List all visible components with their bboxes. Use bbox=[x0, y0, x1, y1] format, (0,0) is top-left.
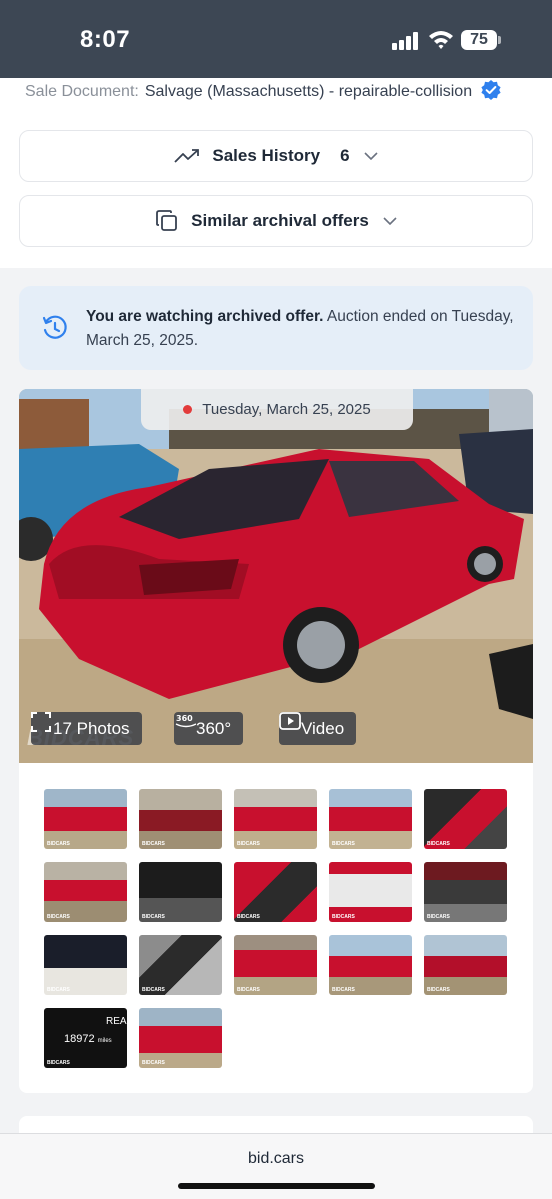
video-button[interactable]: Video bbox=[279, 712, 357, 745]
view-360-label: 360° bbox=[196, 718, 232, 738]
sales-history-label: Sales History bbox=[212, 146, 321, 165]
photos-button-label: 17 Photos bbox=[53, 718, 130, 738]
auction-date: Tuesday, March 25, 2025 bbox=[202, 401, 371, 418]
trending-up-icon bbox=[174, 148, 200, 164]
thumbnail-photo[interactable]: BIDCARS bbox=[44, 935, 127, 995]
copy-icon bbox=[155, 209, 179, 233]
thumbnail-photo[interactable]: BIDCARS bbox=[44, 862, 127, 922]
archived-offer-notice: You are watching archived offer. Auction… bbox=[19, 286, 533, 370]
thumbnail-photo[interactable]: BIDCARS bbox=[329, 935, 412, 995]
thumbnail-watermark: BIDCARS bbox=[142, 914, 165, 920]
battery-icon: 75 bbox=[461, 30, 501, 50]
sale-document-value: Salvage (Massachusetts) - repairable-col… bbox=[144, 83, 473, 100]
photos-button[interactable]: 17 Photos bbox=[31, 712, 142, 745]
thumbnail-photo[interactable]: BIDCARS bbox=[139, 935, 222, 995]
chevron-down-icon bbox=[364, 152, 378, 160]
status-bar: 8:07 75 bbox=[0, 0, 552, 78]
thumbnail-photo[interactable]: BIDCARS bbox=[424, 862, 507, 922]
thumbnail-watermark: BIDCARS bbox=[47, 914, 70, 920]
thumbnail-photo[interactable]: BIDCARS bbox=[329, 862, 412, 922]
thumbnail-photo[interactable]: BIDCARS bbox=[139, 789, 222, 849]
live-dot-icon bbox=[183, 405, 193, 414]
thumbnail-watermark: BIDCARS bbox=[332, 841, 355, 847]
thumbnail-photo[interactable]: BIDCARS bbox=[424, 789, 507, 849]
thumbnail-photo[interactable]: BIDCARS bbox=[139, 1008, 222, 1068]
wifi-icon bbox=[428, 29, 454, 51]
thumbnail-watermark: BIDCARS bbox=[142, 1060, 165, 1066]
thumbnail-photo[interactable]: BIDCARS bbox=[44, 789, 127, 849]
svg-text:360: 360 bbox=[176, 714, 193, 723]
chevron-down-icon bbox=[383, 217, 397, 225]
thumbnail-photo[interactable]: BIDCARS bbox=[329, 789, 412, 849]
cellular-signal-icon bbox=[392, 32, 420, 50]
sales-history-count: 6 bbox=[340, 146, 350, 165]
main-vehicle-photo[interactable]: Tuesday, March 25, 2025 BIDCARS 17 Photo… bbox=[19, 389, 533, 763]
photo-gallery-card: Tuesday, March 25, 2025 BIDCARS 17 Photo… bbox=[19, 389, 533, 1093]
thumbnail-watermark: BIDCARS bbox=[142, 841, 165, 847]
verified-badge-icon bbox=[480, 80, 501, 100]
sales-history-toggle[interactable]: Sales History 6 bbox=[19, 130, 533, 182]
view-360-button[interactable]: 360 360° bbox=[174, 712, 244, 745]
thumbnail-watermark: BIDCARS bbox=[237, 841, 260, 847]
odometer-unit: miles bbox=[97, 1038, 112, 1044]
thumbnail-watermark: BIDCARS bbox=[427, 987, 450, 993]
thumbnail-photo[interactable]: BIDCARS 18972 miles REA bbox=[44, 1008, 127, 1068]
thumbnail-watermark: BIDCARS bbox=[47, 841, 70, 847]
browser-bottom-bar: bid.cars bbox=[0, 1133, 552, 1199]
thumbnail-photo[interactable]: BIDCARS bbox=[234, 935, 317, 995]
odometer-reading: 18972 miles bbox=[64, 1033, 112, 1045]
thumbnail-photo[interactable]: BIDCARS bbox=[234, 789, 317, 849]
address-bar[interactable]: bid.cars bbox=[0, 1150, 552, 1168]
history-icon bbox=[41, 314, 69, 347]
auction-date-pill: Tuesday, March 25, 2025 bbox=[141, 389, 413, 430]
thumbnail-photo[interactable]: BIDCARS bbox=[234, 862, 317, 922]
thumbnail-watermark: BIDCARS bbox=[47, 1060, 70, 1066]
similar-offers-label: Similar archival offers bbox=[191, 211, 369, 230]
sale-document-row: Sale Document: Salvage (Massachusetts) - … bbox=[25, 80, 501, 101]
thumbnail-watermark: BIDCARS bbox=[427, 841, 450, 847]
video-button-label: Video bbox=[301, 718, 345, 738]
thumbnail-watermark: BIDCARS bbox=[237, 987, 260, 993]
thumbnail-watermark: BIDCARS bbox=[332, 914, 355, 920]
archived-notice-title: You are watching archived offer. bbox=[86, 308, 324, 325]
similar-offers-toggle[interactable]: Similar archival offers bbox=[19, 195, 533, 247]
thumbnail-watermark: BIDCARS bbox=[332, 987, 355, 993]
thumbnail-watermark: BIDCARS bbox=[47, 987, 70, 993]
thumbnail-photo[interactable]: BIDCARS bbox=[139, 862, 222, 922]
thumbnail-watermark: BIDCARS bbox=[427, 914, 450, 920]
thumbnail-photo[interactable]: BIDCARS bbox=[424, 935, 507, 995]
thumbnail-watermark: BIDCARS bbox=[237, 914, 260, 920]
dashboard-text: REA bbox=[106, 1016, 127, 1027]
sale-document-label: Sale Document: bbox=[25, 83, 139, 100]
thumbnail-watermark: BIDCARS bbox=[142, 987, 165, 993]
status-time: 8:07 bbox=[80, 26, 131, 53]
home-indicator[interactable] bbox=[178, 1183, 375, 1189]
